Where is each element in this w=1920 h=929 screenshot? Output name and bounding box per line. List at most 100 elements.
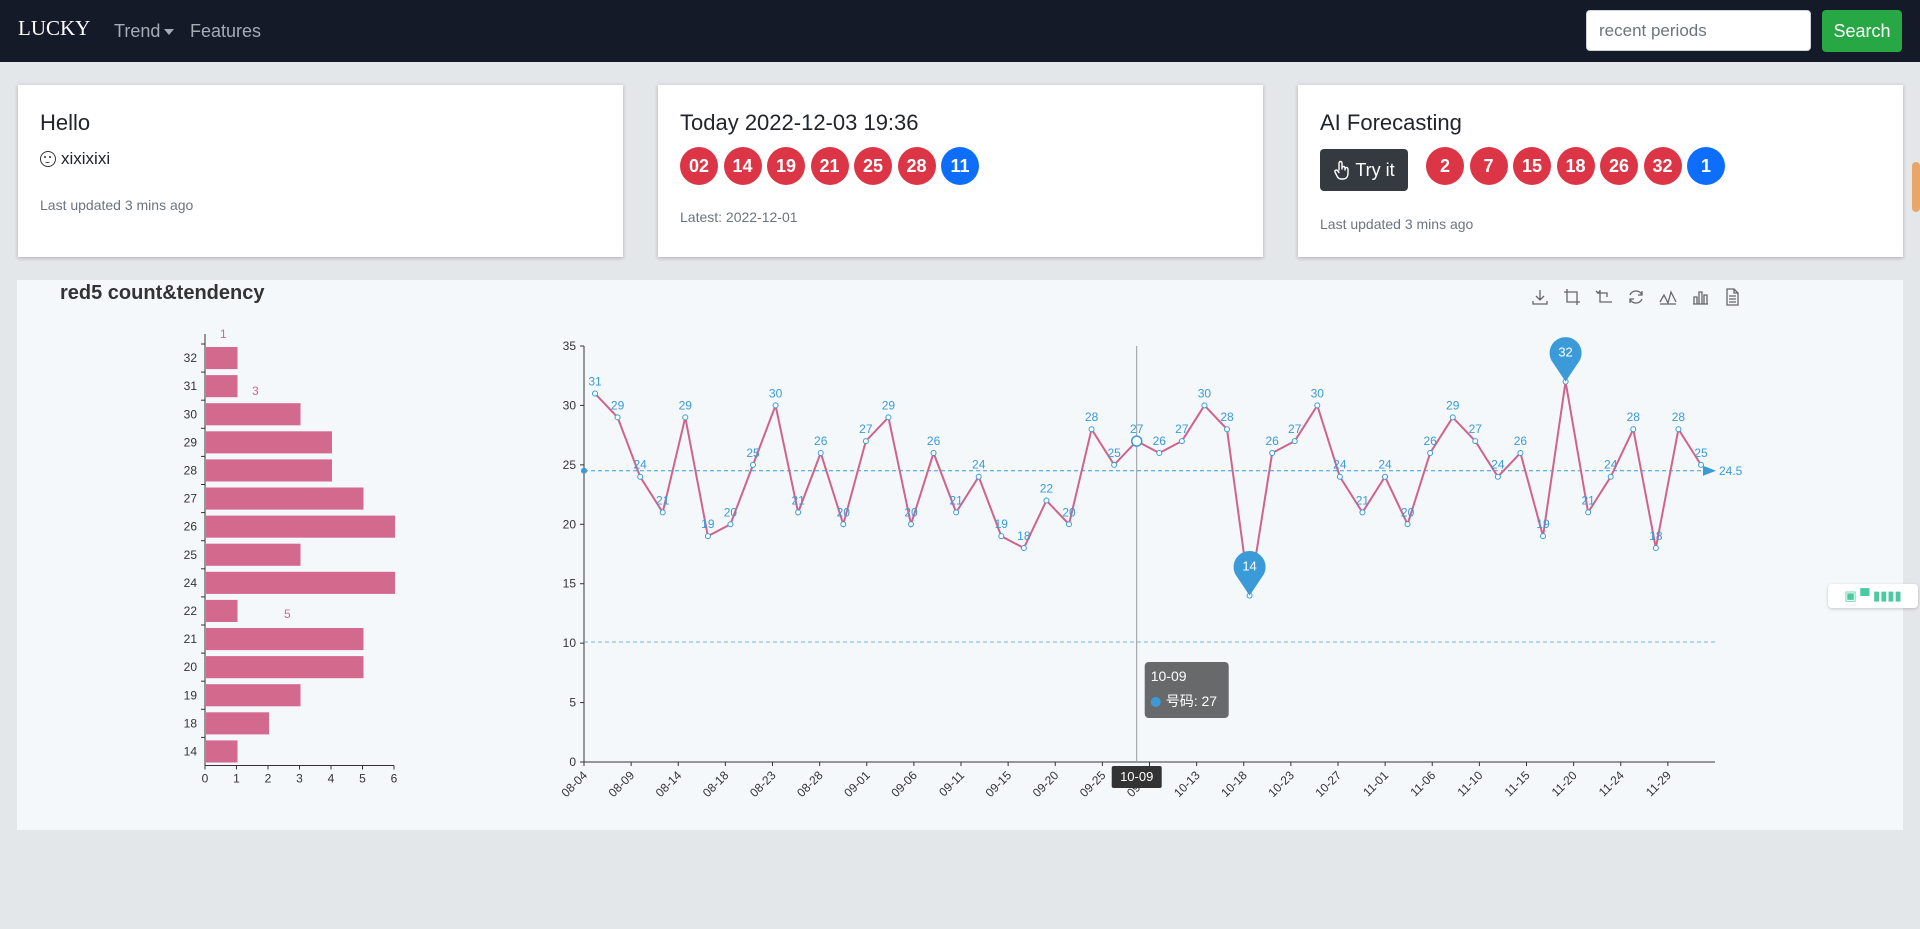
series-point-label: 26 bbox=[1514, 434, 1528, 448]
line-x-tick-label: 08-18 bbox=[700, 768, 732, 800]
series-point-label: 20 bbox=[1401, 505, 1415, 519]
today-ball-red: 19 bbox=[767, 147, 805, 185]
hand-pointer-icon bbox=[1334, 160, 1350, 180]
min-marker-label: 14 bbox=[1242, 559, 1256, 574]
series-point bbox=[1066, 521, 1072, 528]
ai-ball-blue: 1 bbox=[1687, 147, 1725, 185]
series-point-label: 27 bbox=[1469, 422, 1483, 436]
try-it-label: Try it bbox=[1355, 159, 1395, 180]
ai-ball-red: 32 bbox=[1643, 147, 1682, 185]
series-point bbox=[1675, 426, 1682, 433]
line-x-tick-label: 08-28 bbox=[794, 768, 826, 800]
bar-category-label: 20 bbox=[184, 660, 198, 674]
line-x-tick-label: 09-15 bbox=[983, 768, 1015, 800]
line-x-tick-label: 10-13 bbox=[1171, 768, 1203, 800]
series-point-label: 30 bbox=[769, 386, 783, 400]
bar-category-label: 18 bbox=[184, 716, 198, 730]
tooltip-series-dot bbox=[1150, 697, 1161, 707]
line-x-tick-label: 09-01 bbox=[841, 768, 873, 800]
series-point-label: 21 bbox=[791, 493, 805, 507]
brand-logo[interactable]: LUCKY bbox=[18, 16, 90, 41]
series-point-label: 26 bbox=[1265, 434, 1279, 448]
series-point-label: 19 bbox=[701, 517, 715, 531]
try-it-button[interactable]: Try it bbox=[1320, 149, 1408, 191]
data-view-icon[interactable] bbox=[1716, 288, 1748, 306]
series-point bbox=[1291, 438, 1298, 445]
tooltip-value: 号码: 27 bbox=[1166, 693, 1218, 709]
side-tool-widget[interactable]: ▣ ▀ ▮▮▮▮ bbox=[1828, 584, 1918, 608]
top-navbar: LUCKY Trend Features Search bbox=[0, 0, 1920, 62]
today-balls: 02 14 19 21 25 28 11 bbox=[680, 147, 979, 185]
series-point bbox=[1201, 402, 1208, 409]
series-point-label: 24 bbox=[1378, 458, 1392, 472]
ai-ball-red: 26 bbox=[1600, 147, 1638, 185]
line-type-icon[interactable] bbox=[1652, 288, 1684, 306]
series-point bbox=[1314, 402, 1321, 409]
download-icon[interactable] bbox=[1524, 288, 1556, 306]
series-point-label: 20 bbox=[904, 505, 918, 519]
page-scrollbar-thumb[interactable] bbox=[1912, 162, 1920, 212]
bar-x-tick-label: 3 bbox=[296, 772, 303, 786]
search-input[interactable] bbox=[1586, 10, 1811, 51]
series-point-label: 18 bbox=[1017, 529, 1031, 543]
series-point-label: 28 bbox=[1220, 410, 1234, 424]
series-point bbox=[1269, 449, 1276, 456]
count-bar-chart: 32 31 30 29 28 27 26 25 24 22 21 20 19 18 14 0 1 2 3 4 5 6 1 3 5… bbox=[184, 327, 398, 786]
series-point-label: 20 bbox=[837, 505, 851, 519]
bar-x-tick-label: 6 bbox=[391, 772, 398, 786]
series-point bbox=[1449, 414, 1456, 421]
nav-features-link[interactable]: Features bbox=[190, 21, 261, 42]
bar-x-tick-label: 0 bbox=[202, 772, 209, 786]
bar bbox=[206, 628, 364, 651]
today-card: Today 2022-12-03 19:36 02 14 19 21 25 28… bbox=[658, 85, 1263, 257]
ai-forecast-card: AI Forecasting Try it 2 7 15 18 26 32 1 … bbox=[1298, 85, 1903, 257]
series-point bbox=[1224, 426, 1230, 433]
series-point bbox=[1517, 449, 1524, 456]
series-point bbox=[1607, 473, 1614, 480]
series-point bbox=[682, 414, 689, 421]
bar-x-tick-label: 1 bbox=[233, 772, 240, 786]
bar bbox=[206, 712, 269, 735]
line-x-tick-label: 11-06 bbox=[1407, 768, 1438, 799]
zoom-reset-icon[interactable] bbox=[1588, 288, 1620, 306]
series-point bbox=[862, 438, 869, 445]
series-point-label: 20 bbox=[724, 505, 738, 519]
series-point-label: 21 bbox=[1581, 493, 1595, 507]
bar-annotation: 5 bbox=[284, 549, 291, 563]
bar-x-tick-label: 2 bbox=[265, 772, 272, 786]
search-button[interactable]: Search bbox=[1822, 10, 1902, 52]
nav-trend-dropdown[interactable]: Trend bbox=[114, 21, 175, 42]
line-x-tick-label: 10-27 bbox=[1313, 768, 1345, 800]
line-x-tick-label: 10-23 bbox=[1265, 768, 1297, 800]
series-point-label: 24 bbox=[972, 458, 986, 472]
bar-type-icon[interactable] bbox=[1684, 288, 1716, 306]
average-line-label: 24.5 bbox=[1719, 464, 1743, 478]
series-point bbox=[727, 521, 734, 528]
series-point-label: 27 bbox=[1175, 422, 1189, 436]
series-point bbox=[1020, 545, 1027, 552]
series-point bbox=[1359, 509, 1366, 516]
series-point-label: 21 bbox=[1356, 493, 1370, 507]
series-point bbox=[1540, 533, 1546, 540]
bar bbox=[206, 515, 395, 538]
ai-ball-red: 7 bbox=[1469, 147, 1508, 185]
series-point-label: 26 bbox=[1423, 434, 1437, 448]
line-x-tick-label: 09-20 bbox=[1030, 768, 1062, 800]
series-point-label: 27 bbox=[1130, 422, 1144, 436]
today-latest-text: Latest: 2022-12-01 bbox=[680, 209, 798, 225]
average-line-arrow bbox=[1703, 465, 1716, 476]
bar-category-label: 27 bbox=[184, 492, 198, 506]
series-point-label: 20 bbox=[1062, 505, 1076, 519]
series-point bbox=[908, 521, 914, 528]
line-x-tick-label: 09-06 bbox=[888, 768, 920, 800]
line-x-tick-label: 08-14 bbox=[653, 768, 685, 800]
today-title: Today 2022-12-03 19:36 bbox=[680, 110, 919, 135]
zoom-icon[interactable] bbox=[1556, 288, 1588, 306]
series-point bbox=[637, 473, 644, 480]
series-point bbox=[1336, 473, 1343, 480]
bar bbox=[206, 347, 238, 370]
line-y-tick-label: 0 bbox=[569, 755, 576, 769]
series-point bbox=[1585, 509, 1592, 516]
restore-icon[interactable] bbox=[1620, 288, 1652, 306]
series-point-label: 27 bbox=[1288, 422, 1302, 436]
